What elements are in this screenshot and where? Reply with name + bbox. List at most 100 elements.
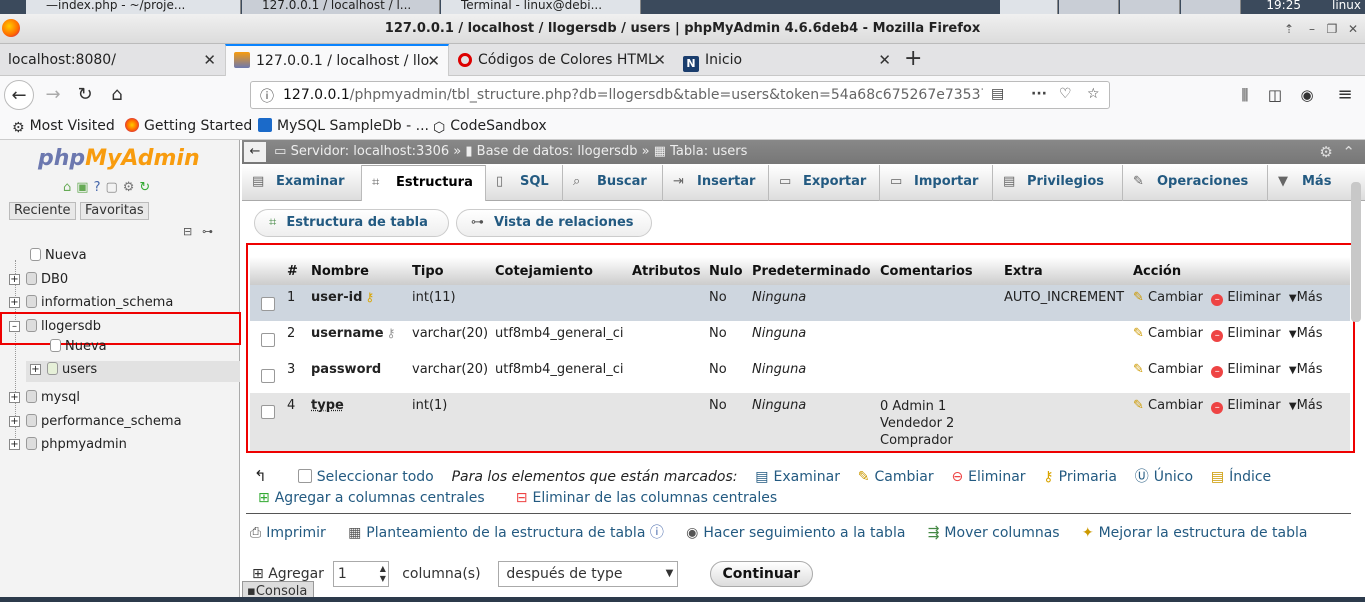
row-checkbox[interactable] [261, 405, 275, 419]
column-count-input[interactable]: 1 ▲ ▼ [332, 561, 389, 587]
col-header-name[interactable]: Nombre [308, 257, 409, 285]
window-close-icon[interactable]: ✕ [1344, 21, 1362, 37]
taskbar-item-terminal[interactable]: Terminal - linux@debi... [441, 0, 641, 14]
delete-button[interactable]: – Eliminar [1211, 326, 1281, 342]
table-structure-button[interactable]: ⌗ Estructura de tabla [254, 209, 449, 237]
tab-privilegios[interactable]: ▤ Privilegios [993, 165, 1123, 201]
expand-icon[interactable]: + [9, 439, 20, 450]
home-icon[interactable]: ⌂ [63, 180, 76, 195]
collapse-panel-icon[interactable]: ← [244, 142, 266, 162]
row-checkbox[interactable] [261, 369, 275, 383]
tree-item-information-schema[interactable]: + information_schema [9, 295, 173, 310]
add-central-columns-button[interactable]: ⊞ Agregar a columnas centrales [258, 490, 485, 506]
info-icon[interactable]: ⓘ [260, 86, 274, 106]
continue-button[interactable]: Continuar [709, 561, 814, 587]
tree-item-db0[interactable]: + DB0 [9, 272, 68, 287]
help-icon[interactable]: ⓘ [650, 525, 664, 541]
col-header-default[interactable]: Predeterminado [749, 257, 877, 285]
breadcrumb-server[interactable]: ▭ Servidor: localhost:3306 [274, 144, 449, 159]
col-header-null[interactable]: Nulo [706, 257, 749, 285]
change-button[interactable]: ✎ Cambiar [1133, 326, 1203, 341]
col-header-type[interactable]: Tipo [409, 257, 492, 285]
more-button[interactable]: ▼Más [1289, 326, 1323, 341]
tree-item-nueva[interactable]: Nueva [30, 248, 87, 263]
sidebar-toggle-icon[interactable]: ◫ [1260, 80, 1290, 110]
position-select[interactable]: después de type ▼ [498, 561, 679, 587]
pma-logo[interactable]: phpMyAdmin [38, 146, 200, 171]
bookmark-codesandbox[interactable]: ⬡ CodeSandbox [433, 118, 547, 136]
bulk-unique-button[interactable]: Ⓤ Único [1135, 469, 1193, 485]
tab-colores[interactable]: Códigos de Colores HTML ✕ [450, 44, 674, 76]
col-header-collation[interactable]: Cotejamiento [492, 257, 629, 285]
bulk-delete-button[interactable]: ⊖ Eliminar [951, 469, 1025, 485]
remove-central-columns-button[interactable]: ⊟ Eliminar de las columnas centrales [516, 490, 777, 506]
close-icon[interactable]: ✕ [427, 46, 440, 76]
back-icon[interactable]: ← [4, 80, 34, 110]
col-header-comments[interactable]: Comentarios [877, 257, 1001, 285]
col-header-attributes[interactable]: Atributos [629, 257, 706, 285]
tab-estructura[interactable]: ⌗ Estructura [362, 165, 486, 201]
expand-icon[interactable]: + [9, 416, 20, 427]
collapse-all-icon[interactable]: ⊟ [183, 225, 192, 238]
reader-view-icon[interactable]: ▤ [991, 86, 1004, 102]
row-checkbox[interactable] [261, 333, 275, 347]
more-button[interactable]: ▼Más [1289, 290, 1323, 305]
track-table-link[interactable]: ◉ Hacer seguimiento a la tabla [686, 525, 905, 541]
taskbar-item-blank-2[interactable] [1120, 0, 1180, 14]
bulk-browse-button[interactable]: ▤ Examinar [755, 469, 840, 485]
reload-icon[interactable]: ↻ [70, 80, 100, 110]
extension-icon[interactable]: ◉ [1292, 80, 1322, 110]
col-header-action[interactable]: Acción [1130, 257, 1350, 285]
col-header-num[interactable]: # [284, 257, 308, 285]
tree-item-mysql[interactable]: + mysql [9, 390, 80, 405]
row-checkbox[interactable] [261, 297, 275, 311]
window-up-icon[interactable]: ⇡ [1280, 21, 1298, 37]
tab-sql[interactable]: ▯ SQL [486, 165, 563, 201]
change-button[interactable]: ✎ Cambiar [1133, 398, 1203, 413]
tab-buscar[interactable]: ⌕ Buscar [563, 165, 663, 201]
bulk-index-button[interactable]: ▤ Índice [1211, 469, 1271, 485]
home-icon[interactable]: ⌂ [102, 80, 132, 110]
forward-icon[interactable]: → [38, 80, 68, 110]
select-all-checkbox[interactable] [297, 469, 312, 483]
tree-item-llogersdb[interactable]: – llogersdb [9, 319, 101, 334]
change-button[interactable]: ✎ Cambiar [1133, 290, 1203, 305]
main-scrollbar[interactable] [1351, 182, 1361, 322]
taskbar-item-firefox-icon[interactable] [1000, 0, 1058, 14]
tab-inicio[interactable]: N Inicio ✕ [675, 44, 899, 76]
tree-item-performance-schema[interactable]: + performance_schema [9, 414, 182, 429]
breadcrumb-table[interactable]: ▦ Tabla: users [654, 144, 748, 159]
expand-icon[interactable]: + [9, 392, 20, 403]
more-button[interactable]: ▼Más [1289, 362, 1323, 377]
url-bar[interactable]: ⓘ 127.0.0.1/phpmyadmin/tbl_structure.php… [250, 81, 1110, 109]
close-icon[interactable]: ✕ [653, 44, 666, 76]
favorites-button[interactable]: Favoritas [80, 202, 149, 220]
breadcrumb-database[interactable]: ▮ Base de datos: llogersdb [465, 144, 637, 159]
move-columns-link[interactable]: ⇶ Mover columnas [928, 525, 1060, 541]
expand-icon[interactable]: + [9, 297, 20, 308]
more-button[interactable]: ▼Más [1289, 398, 1323, 413]
tab-phpmyadmin[interactable]: 127.0.0.1 / localhost / llo ✕ [225, 44, 449, 76]
taskbar-item-blank-1[interactable] [1059, 0, 1119, 14]
relation-view-button[interactable]: ⊶ Vista de relaciones [456, 209, 652, 237]
change-button[interactable]: ✎ Cambiar [1133, 362, 1203, 377]
print-link[interactable]: ⎙ Imprimir [250, 525, 326, 541]
tree-item-llogersdb-nueva[interactable]: Nueva [50, 339, 107, 354]
logout-icon[interactable]: ▣ [76, 180, 93, 195]
tab-examinar[interactable]: ▤ Examinar [242, 165, 362, 201]
propose-structure-link[interactable]: ▦ Planteamiento de la estructura de tabla… [348, 525, 664, 541]
table-row[interactable]: 1 user-id ⚷ int(11) No Ninguna AUTO_INCRE… [250, 285, 1350, 321]
expand-icon[interactable]: + [9, 274, 20, 285]
recent-button[interactable]: Reciente [9, 202, 76, 220]
select-all[interactable]: Seleccionar todo [297, 469, 434, 485]
col-header-extra[interactable]: Extra [1001, 257, 1130, 285]
tab-localhost[interactable]: localhost:8080/ ✕ [0, 44, 224, 76]
tree-item-users[interactable]: + users [30, 362, 97, 377]
tree-item-phpmyadmin[interactable]: + phpmyadmin [9, 437, 127, 452]
new-tab-icon[interactable]: + [904, 44, 922, 74]
tab-insertar[interactable]: ⇥ Insertar [663, 165, 769, 201]
bookmark-star-icon[interactable]: ☆ [1087, 86, 1100, 102]
reload-nav-icon[interactable]: ↻ [139, 180, 155, 195]
bookmark-mysql[interactable]: MySQL SampleDb - ... [258, 118, 429, 134]
close-icon[interactable]: ✕ [878, 44, 891, 76]
